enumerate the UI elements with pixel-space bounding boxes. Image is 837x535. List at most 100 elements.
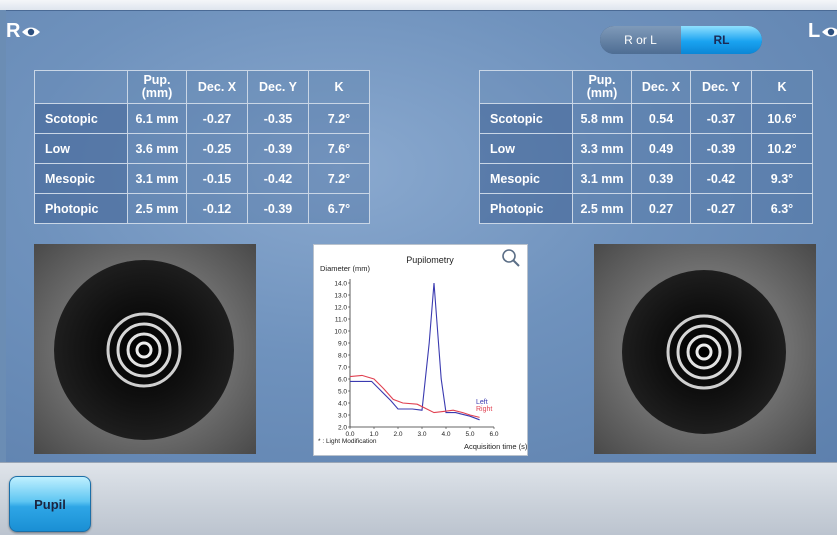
x-tick-label: 1.0 — [369, 431, 378, 438]
cell: 6.7° — [308, 193, 370, 224]
corner-cell — [34, 70, 128, 104]
col-header-pup: Pup. (mm) — [127, 70, 187, 104]
row-label: Scotopic — [479, 103, 573, 134]
col-header-decx: Dec. X — [186, 70, 248, 104]
cell: 6.3° — [751, 193, 813, 224]
x-axis-label: Acquisition time (s) — [464, 442, 527, 451]
top-strip — [0, 0, 837, 10]
cell: 3.3 mm — [572, 133, 632, 164]
pupilometry-chart: Pupilometry Diameter (mm) Acquisition ti… — [313, 244, 528, 456]
chart-footnote: * : Light Modification — [318, 438, 377, 445]
cell: 10.6° — [751, 103, 813, 134]
chart-series — [349, 282, 480, 421]
cell: 5.8 mm — [572, 103, 632, 134]
col-header-pup: Pup. (mm) — [572, 70, 632, 104]
table-row: Photopic 2.5 mm 0.27 -0.27 6.3° — [479, 193, 813, 224]
left-eye-table: Pup. (mm) Dec. X Dec. Y K Scotopic 5.8 m… — [479, 70, 813, 224]
x-tick-label: 2.0 — [393, 431, 402, 438]
cell: -0.12 — [186, 193, 248, 224]
chart-legend: LeftRight — [476, 399, 492, 413]
toggle-r-or-l[interactable]: R or L — [600, 26, 681, 54]
toggle-rl[interactable]: RL — [681, 26, 762, 54]
y-tick-label: 13.0 — [334, 293, 347, 300]
chart-svg: Pupilometry Diameter (mm) Acquisition ti… — [318, 249, 528, 451]
col-header-decy: Dec. Y — [247, 70, 309, 104]
cell: -0.42 — [690, 163, 752, 194]
series-line-left — [350, 282, 480, 421]
y-tick-label: 3.0 — [338, 413, 347, 420]
col-header-decy: Dec. Y — [690, 70, 752, 104]
y-tick-label: 8.0 — [338, 353, 347, 360]
cell: 3.6 mm — [127, 133, 187, 164]
cell: 0.49 — [631, 133, 691, 164]
table-row: Mesopic 3.1 mm -0.15 -0.42 7.2° — [34, 163, 370, 194]
cell: -0.37 — [690, 103, 752, 134]
y-tick-label: 5.0 — [338, 389, 347, 396]
cell: -0.35 — [247, 103, 309, 134]
row-label: Scotopic — [34, 103, 128, 134]
x-tick-label: 5.0 — [465, 431, 474, 438]
x-tick-label: 0.0 — [345, 431, 354, 438]
magnifier-icon[interactable] — [502, 249, 520, 267]
left-eye-label: L — [808, 20, 821, 42]
cell: 10.2° — [751, 133, 813, 164]
col-header-k: K — [751, 70, 813, 104]
cell: -0.15 — [186, 163, 248, 194]
cell: -0.25 — [186, 133, 248, 164]
col-header-decx: Dec. X — [631, 70, 691, 104]
y-tick-label: 11.0 — [335, 317, 348, 324]
right-eye-image — [34, 244, 256, 454]
cell: 3.1 mm — [127, 163, 187, 194]
chart-axes: 2.0 3.0 4.0 5.0 6.0 7.0 8.0 9.0 10.0 11.0 12.0 13.0… — [334, 279, 499, 438]
cell: 3.1 mm — [572, 163, 632, 194]
row-label: Low — [34, 133, 128, 164]
cell: -0.39 — [690, 133, 752, 164]
cell: 0.27 — [631, 193, 691, 224]
row-label: Low — [479, 133, 573, 164]
left-eye-image — [594, 244, 816, 454]
x-tick-label: 3.0 — [417, 431, 426, 438]
legend-left: Left — [476, 399, 488, 406]
col-header-k: K — [308, 70, 370, 104]
y-tick-label: 4.0 — [338, 401, 347, 408]
row-label: Mesopic — [479, 163, 573, 194]
cell: 7.6° — [308, 133, 370, 164]
bottom-bar — [0, 462, 837, 535]
cell: -0.42 — [247, 163, 309, 194]
x-tick-label: 4.0 — [441, 431, 450, 438]
y-axis-label: Diameter (mm) — [320, 264, 371, 273]
row-label: Mesopic — [34, 163, 128, 194]
eye-icon — [822, 27, 837, 36]
pupil-button[interactable]: Pupil — [9, 476, 91, 532]
x-tick-label: 6.0 — [489, 431, 498, 438]
cell: 2.5 mm — [127, 193, 187, 224]
left-eye-indicator[interactable]: L — [808, 20, 837, 43]
cell: 7.2° — [308, 163, 370, 194]
cell: -0.27 — [186, 103, 248, 134]
y-tick-label: 7.0 — [338, 365, 347, 372]
row-label: Photopic — [479, 193, 573, 224]
eye-mode-toggle[interactable]: R or L RL — [600, 26, 762, 54]
y-tick-label: 6.0 — [338, 377, 347, 384]
cell: 0.54 — [631, 103, 691, 134]
legend-right: Right — [476, 406, 492, 413]
cell: -0.27 — [690, 193, 752, 224]
table-row: Low 3.6 mm -0.25 -0.39 7.6° — [34, 133, 370, 164]
eye-icon — [22, 27, 41, 36]
cell: 0.39 — [631, 163, 691, 194]
cell: -0.39 — [247, 133, 309, 164]
right-eye-table: Pup. (mm) Dec. X Dec. Y K Scotopic 6.1 m… — [34, 70, 370, 224]
table-row: Photopic 2.5 mm -0.12 -0.39 6.7° — [34, 193, 370, 224]
right-eye-label: R — [6, 20, 21, 42]
cell: 9.3° — [751, 163, 813, 194]
cell: -0.39 — [247, 193, 309, 224]
right-eye-indicator[interactable]: R — [6, 20, 41, 43]
cell: 2.5 mm — [572, 193, 632, 224]
table-row: Mesopic 3.1 mm 0.39 -0.42 9.3° — [479, 163, 813, 194]
corner-cell — [479, 70, 573, 104]
row-label: Photopic — [34, 193, 128, 224]
y-tick-label: 10.0 — [334, 329, 347, 336]
table-row: Scotopic 5.8 mm 0.54 -0.37 10.6° — [479, 103, 813, 134]
y-tick-label: 14.0 — [334, 281, 347, 288]
chart-title: Pupilometry — [406, 255, 454, 265]
